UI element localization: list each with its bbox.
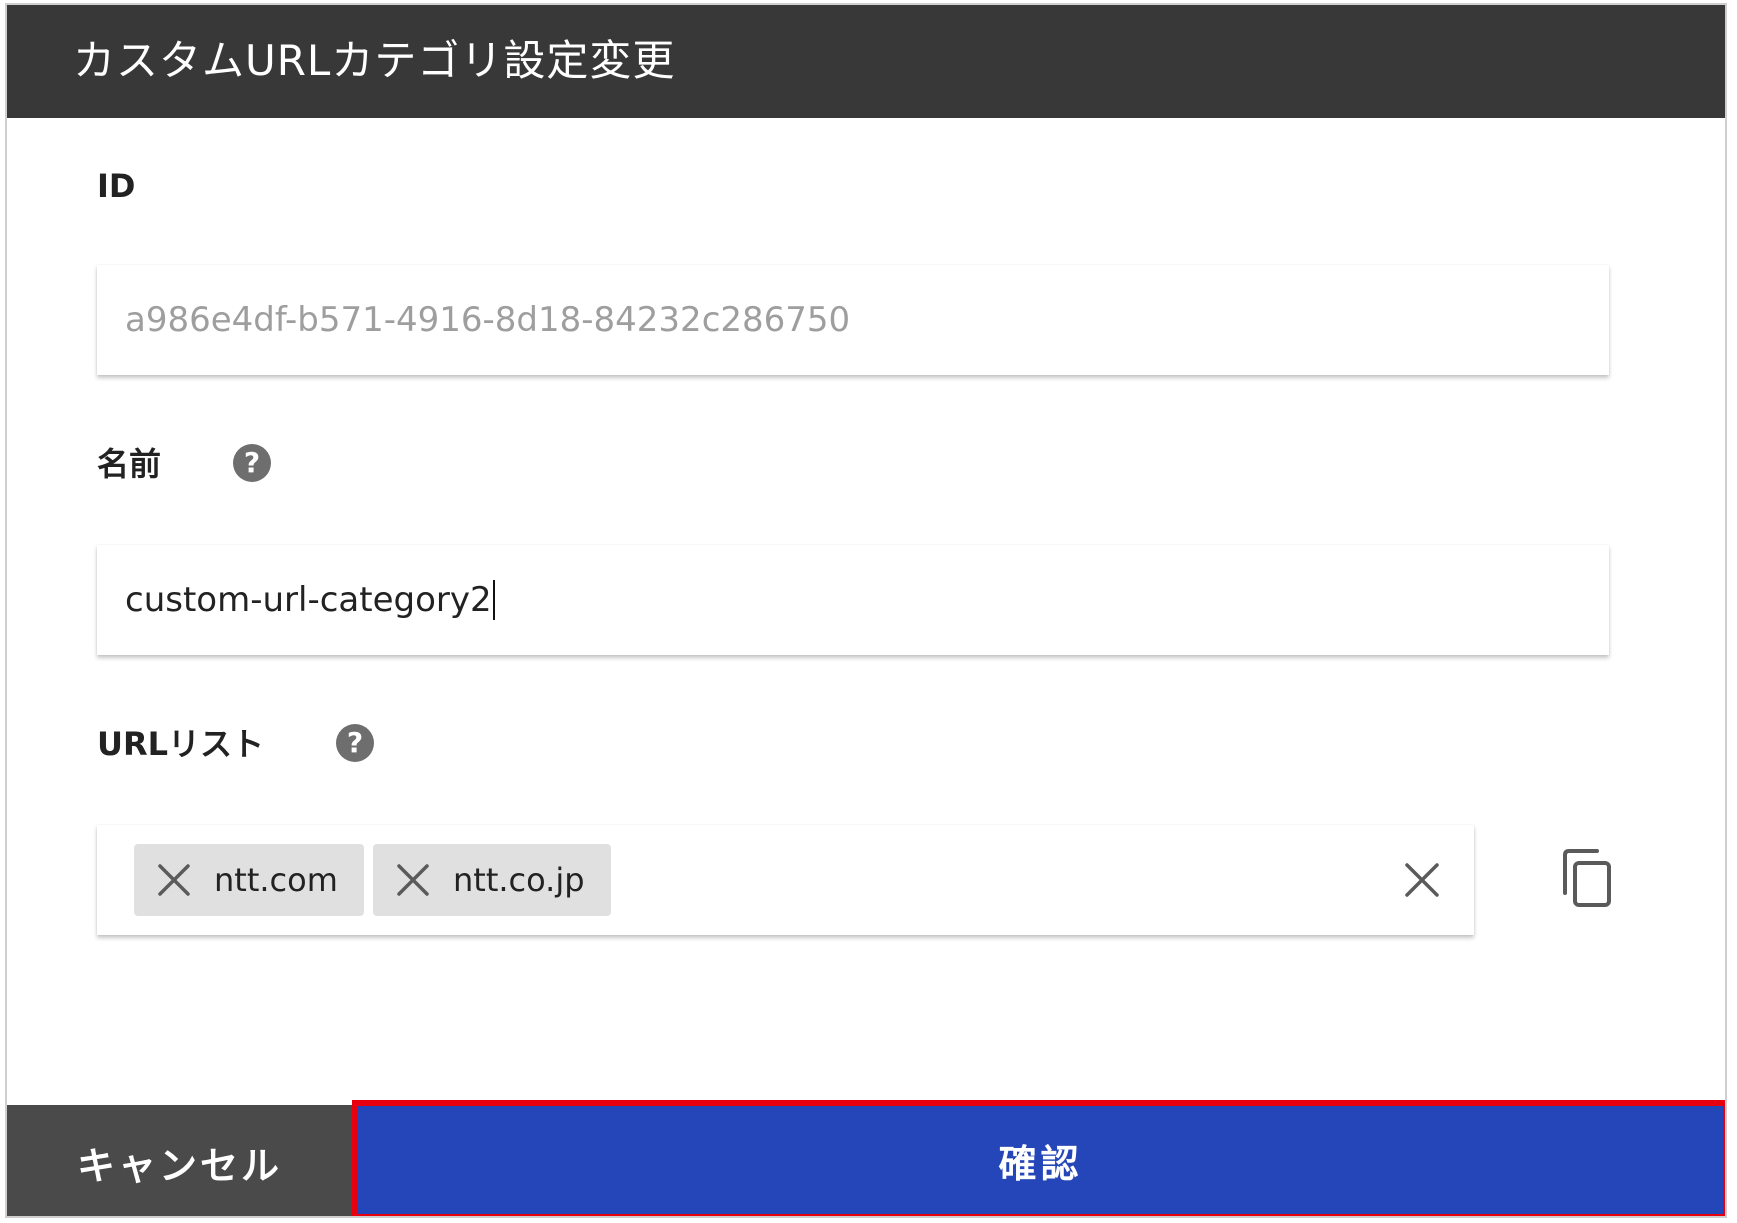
id-value: a986e4df-b571-4916-8d18-84232c286750 [125, 300, 851, 340]
id-field: a986e4df-b571-4916-8d18-84232c286750 [97, 265, 1609, 375]
copy-icon[interactable] [1557, 847, 1615, 909]
url-list-input[interactable]: ntt.com ntt.co.jp [97, 825, 1474, 935]
url-chip-label: ntt.co.jp [453, 861, 585, 899]
clear-all-icon[interactable] [1404, 862, 1440, 898]
text-caret [492, 580, 495, 620]
close-icon[interactable] [156, 862, 192, 898]
cancel-button[interactable]: キャンセル [7, 1105, 352, 1216]
confirm-button[interactable]: 確認 [352, 1100, 1725, 1216]
name-input[interactable]: custom-url-category2 [97, 545, 1609, 655]
name-help-icon[interactable]: ? [233, 444, 271, 482]
url-list-label: URLリスト [97, 725, 265, 763]
url-category-edit-dialog: カスタムURLカテゴリ設定変更 ID a986e4df-b571-4916-8d… [5, 3, 1727, 1218]
dialog-header: カスタムURLカテゴリ設定変更 [7, 5, 1725, 118]
name-input-value: custom-url-category2 [125, 580, 492, 620]
close-icon[interactable] [395, 862, 431, 898]
url-list-help-icon[interactable]: ? [336, 724, 374, 762]
url-chip: ntt.co.jp [373, 844, 611, 916]
id-label: ID [97, 167, 136, 205]
name-label: 名前 [97, 445, 162, 483]
url-chip: ntt.com [134, 844, 364, 916]
url-chip-label: ntt.com [214, 861, 338, 899]
dialog-title: カスタムURLカテゴリ設定変更 [73, 36, 676, 85]
